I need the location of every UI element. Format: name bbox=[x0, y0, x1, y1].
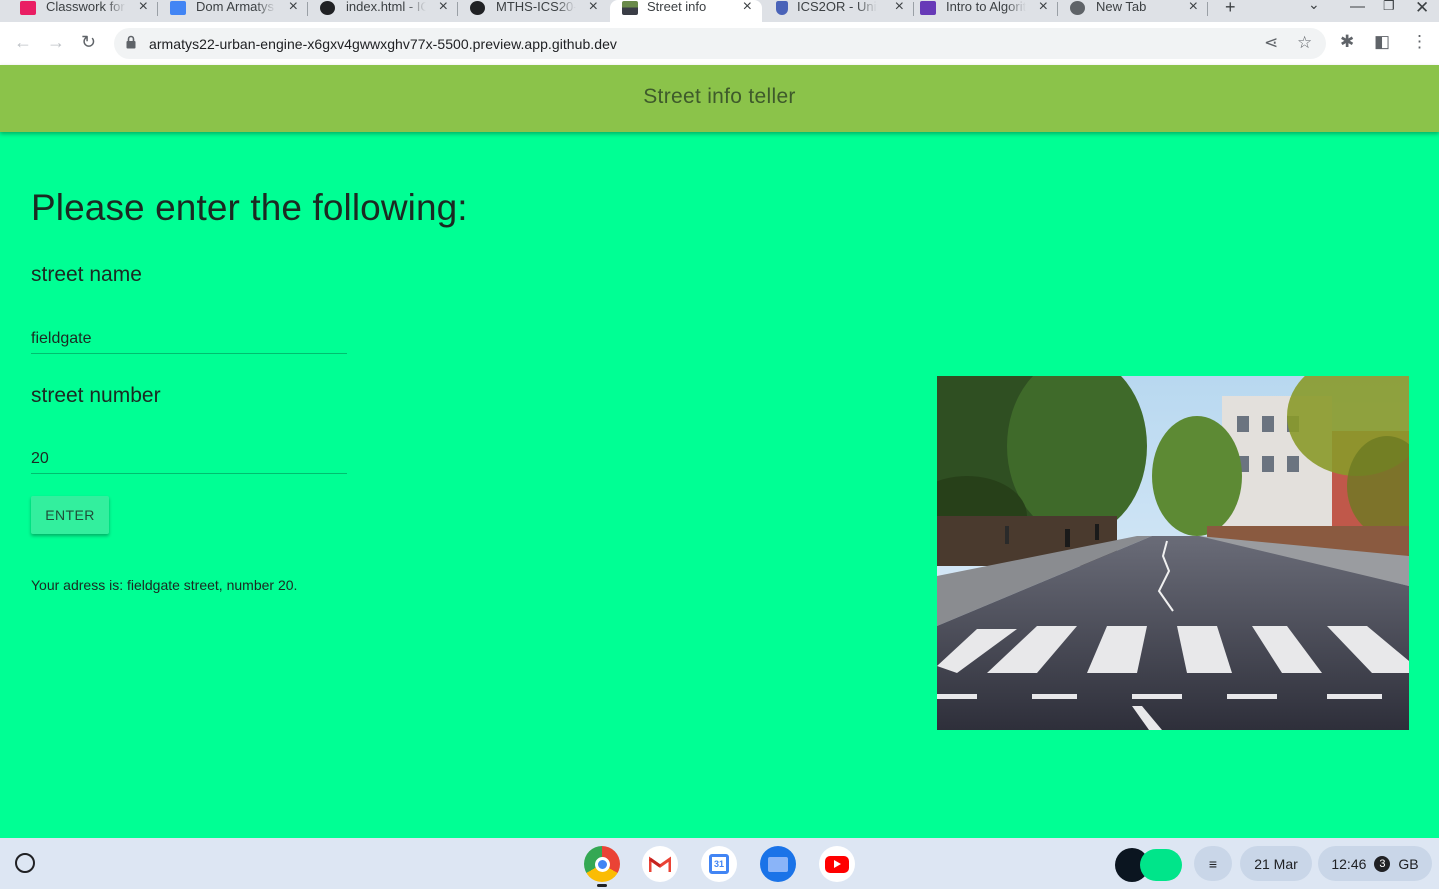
restore-icon[interactable]: ❐ bbox=[1383, 0, 1395, 14]
tab-intro-algorithms[interactable]: Intro to Algorit × bbox=[900, 0, 1058, 22]
forms-icon bbox=[920, 1, 936, 15]
tab-title: New Tab bbox=[1096, 0, 1147, 14]
close-icon[interactable]: × bbox=[289, 0, 298, 16]
github-icon bbox=[320, 1, 335, 15]
close-icon[interactable]: × bbox=[589, 0, 598, 16]
tab-classwork[interactable]: Classwork for × bbox=[0, 0, 158, 22]
new-tab-icon[interactable]: + bbox=[1225, 0, 1236, 18]
media-controls-icon[interactable]: ≡ bbox=[1194, 846, 1232, 881]
notification-count-badge: 3 bbox=[1374, 855, 1391, 872]
youtube-icon[interactable] bbox=[819, 846, 855, 882]
launcher-icon[interactable] bbox=[10, 848, 40, 878]
close-icon[interactable]: × bbox=[1039, 0, 1048, 16]
bookmark-star-icon[interactable]: ☆ bbox=[1297, 33, 1312, 53]
close-icon[interactable]: × bbox=[743, 0, 752, 16]
classroom-icon bbox=[20, 1, 36, 15]
status-tray[interactable]: 12:46 3 GB bbox=[1318, 846, 1432, 881]
reload-icon[interactable]: ↻ bbox=[81, 32, 96, 53]
close-icon[interactable]: × bbox=[439, 0, 448, 16]
tab-title: MTHS-ICS20-2 bbox=[496, 0, 576, 14]
back-icon[interactable]: ← bbox=[14, 32, 32, 53]
tab-github-mths[interactable]: MTHS-ICS20-2 × bbox=[450, 0, 608, 22]
close-icon[interactable]: × bbox=[139, 0, 148, 16]
chevron-down-icon[interactable]: ⌄ bbox=[1308, 0, 1320, 13]
browser-toolbar: ← → ↻ armatys22-urban-engine-x6gxv4gwwxg… bbox=[0, 22, 1439, 65]
tab-title: ICS2OR - Unit bbox=[797, 0, 877, 14]
shield-icon bbox=[776, 1, 788, 15]
tab-ics2or[interactable]: ICS2OR - Unit × bbox=[756, 0, 914, 22]
tab-street-info[interactable]: Street info × bbox=[610, 0, 762, 22]
locale-indicator: GB bbox=[1398, 855, 1419, 872]
tab-github-index[interactable]: index.html - IC × bbox=[300, 0, 458, 22]
github-icon bbox=[470, 1, 485, 15]
calendar-day: 31 bbox=[709, 854, 729, 874]
minimize-icon[interactable]: — bbox=[1350, 0, 1365, 15]
street-photo-favicon bbox=[622, 1, 638, 15]
calendar-icon[interactable]: 31 bbox=[701, 846, 737, 882]
page-content: Street info teller Please enter the foll… bbox=[0, 65, 1439, 838]
forward-icon[interactable]: → bbox=[47, 32, 65, 53]
tab-title: Street info bbox=[647, 0, 707, 14]
enter-button[interactable]: ENTER bbox=[31, 496, 109, 534]
url-text: armatys22-urban-engine-x6gxv4gwwxghv77x-… bbox=[149, 36, 617, 52]
street-name-label: street name bbox=[31, 263, 142, 286]
app-header: Street info teller bbox=[0, 65, 1439, 132]
active-app-indicator bbox=[597, 884, 607, 887]
chrome-icon bbox=[1070, 1, 1085, 15]
date-display[interactable]: 21 Mar bbox=[1240, 846, 1312, 881]
extensions-icon[interactable]: ✱ bbox=[1340, 32, 1354, 52]
gmail-icon[interactable] bbox=[642, 846, 678, 882]
share-icon[interactable]: ⋖ bbox=[1264, 33, 1278, 53]
address-result: Your adress is: fieldgate street, number… bbox=[31, 577, 298, 593]
street-crossing-photo bbox=[937, 376, 1409, 730]
app-title: Street info teller bbox=[643, 85, 796, 108]
page-heading: Please enter the following: bbox=[31, 187, 468, 228]
tab-title: Dom Armatys bbox=[196, 0, 275, 14]
close-window-icon[interactable]: ✕ bbox=[1415, 0, 1429, 18]
clock-time: 12:46 bbox=[1331, 855, 1367, 872]
close-icon[interactable]: × bbox=[1189, 0, 1198, 16]
holding-space-icon[interactable] bbox=[1140, 849, 1182, 881]
street-number-label: street number bbox=[31, 384, 161, 407]
tab-title: Intro to Algorit bbox=[946, 0, 1026, 14]
tab-title: Classwork for bbox=[46, 0, 125, 14]
street-name-input[interactable] bbox=[31, 324, 347, 354]
side-panel-icon[interactable]: ◧ bbox=[1374, 32, 1390, 52]
system-shelf: 31 ≡ 21 Mar 12:46 3 GB bbox=[0, 838, 1439, 889]
address-bar[interactable]: armatys22-urban-engine-x6gxv4gwwxghv77x-… bbox=[114, 28, 1326, 59]
street-number-input[interactable] bbox=[31, 444, 347, 474]
tab-strip: Classwork for × Dom Armatys × index.html… bbox=[0, 0, 1439, 22]
tab-separator bbox=[1207, 2, 1208, 16]
tab-title: index.html - IC bbox=[346, 0, 426, 14]
tab-docs[interactable]: Dom Armatys × bbox=[150, 0, 308, 22]
docs-icon bbox=[170, 1, 186, 15]
chrome-icon[interactable] bbox=[584, 846, 620, 882]
lock-icon[interactable] bbox=[126, 35, 136, 49]
menu-icon[interactable]: ⋮ bbox=[1411, 32, 1428, 52]
files-icon[interactable] bbox=[760, 846, 796, 882]
tab-new-tab[interactable]: New Tab × bbox=[1050, 0, 1208, 22]
